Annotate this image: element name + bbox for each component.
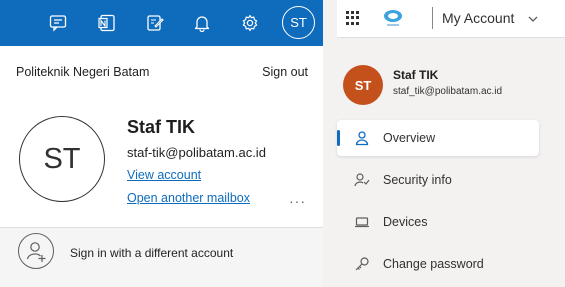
- user-name: Staf TIK: [127, 117, 196, 137]
- toolbar-avatar[interactable]: ST: [282, 6, 315, 39]
- sign-out-link[interactable]: Sign out: [262, 65, 308, 79]
- user-email: staf-tik@polibatam.ac.id: [127, 145, 266, 160]
- open-another-mailbox-link[interactable]: Open another mailbox: [127, 191, 250, 205]
- nav-label-change-password: Change password: [383, 257, 484, 271]
- onenote-icon[interactable]: [95, 11, 119, 35]
- chevron-down-icon[interactable]: [527, 12, 539, 30]
- add-person-icon: [18, 233, 54, 269]
- nav-label-devices: Devices: [383, 215, 428, 229]
- profile-avatar: ST: [19, 116, 105, 202]
- nav-item-security-info[interactable]: Security info: [337, 162, 539, 198]
- active-indicator: [337, 130, 340, 146]
- organization-logo: [381, 6, 405, 30]
- more-options-button[interactable]: ···: [289, 193, 306, 209]
- person-icon: [354, 130, 370, 146]
- account-flyout: ST Politeknik Negeri Batam Sign out ST S…: [0, 0, 323, 287]
- my-account-header: My Account: [337, 0, 565, 38]
- sign-in-different-label: Sign in with a different account: [70, 246, 234, 260]
- app-launcher-icon[interactable]: [346, 11, 360, 25]
- security-info-icon: [354, 172, 370, 188]
- nav-item-devices[interactable]: Devices: [337, 204, 539, 240]
- account-user-name: Staf TIK: [393, 68, 439, 82]
- view-account-link[interactable]: View account: [127, 168, 201, 182]
- feedback-icon[interactable]: [46, 11, 70, 35]
- nav-label-overview: Overview: [383, 131, 436, 145]
- organization-name: Politeknik Negeri Batam: [16, 65, 150, 79]
- account-card: Politeknik Negeri Batam Sign out ST Staf…: [0, 46, 323, 287]
- laptop-icon: [354, 214, 370, 230]
- account-avatar: ST: [343, 65, 383, 105]
- nav-item-overview[interactable]: Overview: [337, 120, 539, 156]
- nav-label-security-info: Security info: [383, 173, 452, 187]
- key-icon: [354, 256, 370, 272]
- account-user-email: staf_tik@polibatam.ac.id: [393, 86, 503, 97]
- bell-icon[interactable]: [190, 11, 214, 35]
- sign-in-different-account[interactable]: Sign in with a different account: [0, 228, 323, 287]
- top-toolbar: ST: [0, 0, 323, 46]
- my-account-panel: My Account ST Staf TIK staf_tik@polibata…: [337, 0, 565, 287]
- nav-item-change-password[interactable]: Change password: [337, 246, 539, 282]
- notes-icon[interactable]: [143, 11, 167, 35]
- gear-icon[interactable]: [238, 11, 262, 35]
- header-divider: [432, 7, 433, 29]
- my-account-title[interactable]: My Account: [442, 10, 514, 26]
